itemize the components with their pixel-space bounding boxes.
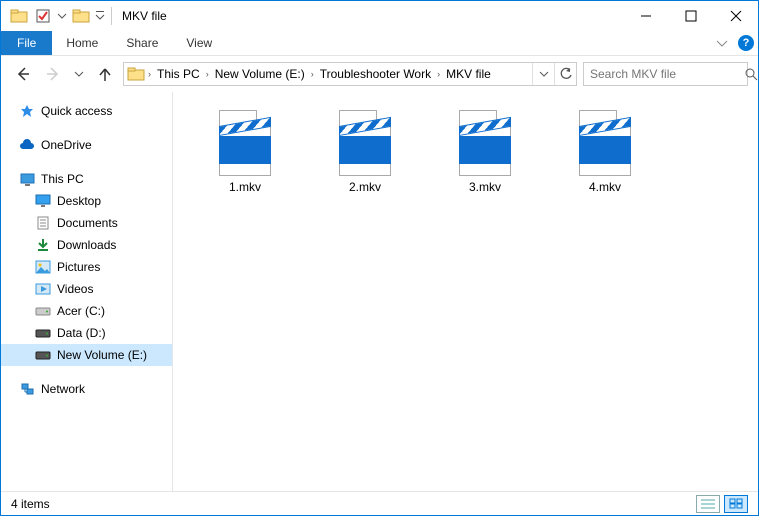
nav-label: OneDrive (41, 138, 92, 152)
videos-icon (35, 281, 51, 297)
nav-label: This PC (41, 172, 84, 186)
nav-quick-access[interactable]: Quick access (1, 100, 172, 122)
qat-dropdown-icon[interactable] (55, 12, 69, 20)
crumb-this-pc[interactable]: This PC (153, 67, 204, 81)
video-file-icon (209, 104, 281, 176)
status-text: 4 items (11, 497, 50, 511)
nav-videos[interactable]: Videos (1, 278, 172, 300)
drive-icon (35, 325, 51, 341)
search-icon[interactable] (745, 63, 758, 85)
navigation-pane: Quick access OneDrive This PC Desktop Do… (1, 92, 173, 491)
title-separator (111, 7, 112, 25)
window-title: MKV file (116, 9, 623, 23)
nav-label: Network (41, 382, 85, 396)
back-button[interactable] (11, 62, 35, 86)
video-file-icon (449, 104, 521, 176)
ribbon-expand-icon[interactable] (710, 31, 734, 55)
nav-desktop[interactable]: Desktop (1, 190, 172, 212)
nav-network[interactable]: Network (1, 378, 172, 400)
qat-properties-icon[interactable] (31, 5, 55, 27)
nav-label: Documents (57, 216, 118, 230)
chevron-right-icon[interactable]: › (435, 69, 442, 79)
address-dropdown-icon[interactable] (532, 63, 554, 85)
minimize-button[interactable] (623, 1, 668, 31)
file-name: 3.mkv (469, 180, 501, 194)
nav-label: Downloads (57, 238, 116, 252)
nav-label: Quick access (41, 104, 112, 118)
nav-label: Data (D:) (57, 326, 106, 340)
desktop-icon (35, 193, 51, 209)
up-button[interactable] (93, 62, 117, 86)
nav-this-pc[interactable]: This PC (1, 168, 172, 190)
nav-label: Videos (57, 282, 93, 296)
drive-icon (35, 303, 51, 319)
nav-label: Pictures (57, 260, 100, 274)
drive-icon (35, 347, 51, 363)
crumb-folder[interactable]: Troubleshooter Work (316, 67, 435, 81)
monitor-icon (19, 171, 35, 187)
title-bar: MKV file (1, 1, 758, 31)
nav-documents[interactable]: Documents (1, 212, 172, 234)
quick-access-toolbar (1, 5, 107, 27)
nav-pictures[interactable]: Pictures (1, 256, 172, 278)
network-icon (19, 381, 35, 397)
file-item[interactable]: 4.mkv (545, 104, 665, 214)
video-file-icon (569, 104, 641, 176)
file-list: 1.mkv 2.mkv 3.mkv 4.mkv (173, 92, 758, 491)
nav-label: New Volume (E:) (57, 348, 147, 362)
share-tab[interactable]: Share (112, 31, 172, 55)
nav-label: Desktop (57, 194, 101, 208)
file-name: 2.mkv (349, 180, 381, 194)
details-view-button[interactable] (696, 495, 720, 513)
crumb-volume[interactable]: New Volume (E:) (211, 67, 309, 81)
documents-icon (35, 215, 51, 231)
file-item[interactable]: 2.mkv (305, 104, 425, 214)
chevron-right-icon[interactable]: › (146, 69, 153, 79)
file-item[interactable]: 3.mkv (425, 104, 545, 214)
search-input[interactable] (584, 67, 745, 81)
search-box[interactable] (583, 62, 748, 86)
star-icon (19, 103, 35, 119)
status-bar: 4 items (1, 491, 758, 515)
qat-customize-icon[interactable] (93, 11, 107, 21)
video-file-icon (329, 104, 401, 176)
help-button[interactable]: ? (734, 31, 758, 55)
recent-locations-icon[interactable] (71, 62, 87, 86)
chevron-right-icon[interactable]: › (309, 69, 316, 79)
address-folder-icon (126, 67, 146, 81)
file-tab[interactable]: File (1, 31, 52, 55)
ribbon-tabs: File Home Share View ? (1, 31, 758, 56)
nav-drive-d[interactable]: Data (D:) (1, 322, 172, 344)
forward-button[interactable] (41, 62, 65, 86)
large-icons-view-button[interactable] (724, 495, 748, 513)
chevron-right-icon[interactable]: › (204, 69, 211, 79)
nav-label: Acer (C:) (57, 304, 105, 318)
nav-row: › This PC › New Volume (E:) › Troublesho… (1, 56, 758, 92)
qat-folder-icon[interactable] (7, 5, 31, 27)
refresh-button[interactable] (554, 63, 576, 85)
file-name: 1.mkv (229, 180, 261, 194)
nav-downloads[interactable]: Downloads (1, 234, 172, 256)
nav-onedrive[interactable]: OneDrive (1, 134, 172, 156)
nav-drive-e[interactable]: New Volume (E:) (1, 344, 172, 366)
pictures-icon (35, 259, 51, 275)
close-button[interactable] (713, 1, 758, 31)
home-tab[interactable]: Home (52, 31, 112, 55)
address-bar[interactable]: › This PC › New Volume (E:) › Troublesho… (123, 62, 577, 86)
breadcrumb: This PC › New Volume (E:) › Troubleshoot… (153, 67, 532, 81)
qat-new-folder-icon[interactable] (69, 5, 93, 27)
file-name: 4.mkv (589, 180, 621, 194)
download-icon (35, 237, 51, 253)
maximize-button[interactable] (668, 1, 713, 31)
file-item[interactable]: 1.mkv (185, 104, 305, 214)
crumb-current[interactable]: MKV file (442, 67, 495, 81)
cloud-icon (19, 137, 35, 153)
nav-drive-c[interactable]: Acer (C:) (1, 300, 172, 322)
view-tab[interactable]: View (172, 31, 226, 55)
